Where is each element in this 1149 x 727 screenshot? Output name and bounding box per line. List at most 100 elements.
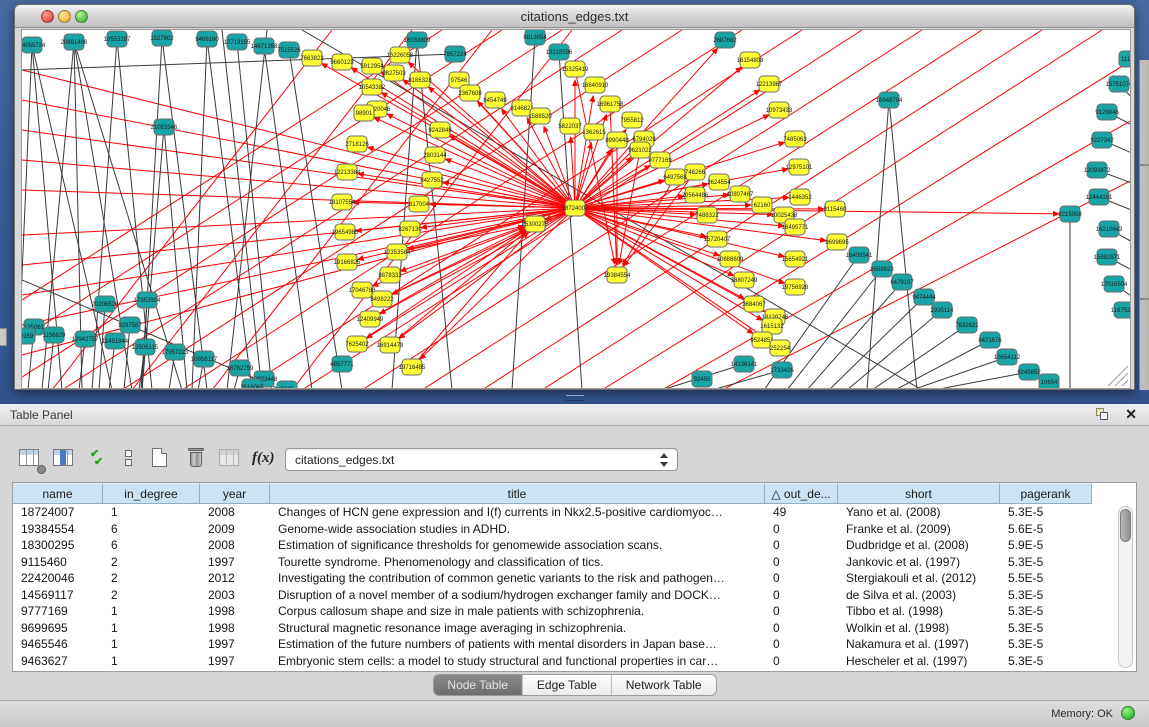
citation-edge-red[interactable] xyxy=(575,208,753,334)
node-label: 8990448 xyxy=(605,138,629,144)
node-label: 9242848 xyxy=(428,128,452,134)
node-label: 18807249 xyxy=(731,278,758,284)
table-row[interactable]: 946362711997Embryonic stem cells: a mode… xyxy=(13,653,1136,670)
column-header-year[interactable]: year xyxy=(200,483,270,504)
node-label: 92450 xyxy=(694,377,711,383)
column-header-indegree[interactable]: in_degree xyxy=(103,483,200,504)
citation-edge-black[interactable] xyxy=(99,304,105,388)
function-builder-icon[interactable]: f(x) xyxy=(252,446,278,472)
splitter-handle[interactable] xyxy=(566,395,584,401)
node-label: 7663822 xyxy=(300,56,324,62)
citation-edge-black[interactable] xyxy=(124,325,130,388)
tab-node-table[interactable]: Node Table xyxy=(433,675,523,695)
citation-edge-black[interactable] xyxy=(222,30,262,388)
side-panel-edge xyxy=(1139,60,1149,390)
table-cell: Yano et al. (2008) xyxy=(838,504,1000,521)
table-row[interactable]: 977716911998Corpus callosum shape and si… xyxy=(13,603,1136,620)
tab-network-table[interactable]: Network Table xyxy=(612,675,716,695)
resize-grip-icon[interactable] xyxy=(1122,380,1128,386)
panel-collapse-handle[interactable] xyxy=(0,328,7,346)
citation-edge-red[interactable] xyxy=(602,60,1130,388)
rows-icon[interactable] xyxy=(116,446,142,472)
citation-edge-black[interactable] xyxy=(934,372,1029,388)
table-row[interactable]: 2242004622012Investigating the contribut… xyxy=(13,570,1136,587)
table-cell: 1 xyxy=(103,620,200,637)
node-label: 17957223 xyxy=(162,350,189,356)
node-label: 1733426 xyxy=(770,368,794,374)
column-header-pagerank[interactable]: pagerank xyxy=(1000,483,1092,504)
column-header-name[interactable]: name xyxy=(13,483,103,504)
column-header-short[interactable]: short xyxy=(838,483,1000,504)
node-label: 20206526 xyxy=(92,302,119,308)
node-table: namein_degreeyeartitle△ out_de...shortpa… xyxy=(12,482,1137,672)
table-cell: 0 xyxy=(765,537,838,554)
citation-edge-red[interactable] xyxy=(374,118,575,208)
table-cell: Jankovic et al. (1997) xyxy=(838,554,1000,571)
window-titlebar[interactable]: citations_edges.txt xyxy=(15,5,1134,28)
table-cell: 5.3E-5 xyxy=(1000,603,1092,620)
node-label: 9245 xyxy=(280,387,294,388)
citation-edge-black[interactable] xyxy=(889,100,917,388)
tab-edge-table[interactable]: Edge Table xyxy=(523,675,612,695)
table-cell: 2009 xyxy=(200,521,270,538)
citation-edge-black[interactable] xyxy=(807,282,902,388)
table-scrollbar[interactable] xyxy=(1118,506,1133,668)
scrollbar-thumb[interactable] xyxy=(1120,509,1131,542)
table-cell: 2008 xyxy=(200,537,270,554)
node-label: 8471676 xyxy=(978,338,1002,344)
citation-edge-black[interactable] xyxy=(192,39,207,388)
show-column-icon[interactable] xyxy=(52,446,78,472)
network-canvas[interactable]: 2405572420691406105532871527602846616010… xyxy=(21,29,1131,389)
new-table-icon[interactable] xyxy=(148,446,174,472)
node-label: 9129946 xyxy=(1095,110,1119,116)
citation-edge-red[interactable] xyxy=(412,232,528,367)
citation-edge-red[interactable] xyxy=(392,208,575,294)
table-row[interactable]: 969969511998Structural magnetic resonanc… xyxy=(13,620,1136,637)
citation-edge-black[interactable] xyxy=(847,310,942,388)
close-panel-icon[interactable]: ✕ xyxy=(1125,406,1137,423)
node-label: 12213967 xyxy=(756,82,783,88)
node-label: 19716485 xyxy=(399,365,426,371)
node-label: 10543382 xyxy=(359,85,386,91)
delete-table-icon[interactable] xyxy=(184,446,210,472)
table-row[interactable]: 1456911722003Disruption of a novel membe… xyxy=(13,587,1136,604)
citation-edge-red[interactable] xyxy=(610,104,617,264)
table-cell: 5.5E-5 xyxy=(1000,570,1092,587)
column-header-title[interactable]: title xyxy=(270,483,765,504)
table-cell: Investigating the contribution of common… xyxy=(270,570,765,587)
table-row[interactable]: 1872400712008Changes of HCN gene express… xyxy=(13,504,1136,521)
citation-edge-black[interactable] xyxy=(867,100,889,388)
citation-edge-red[interactable] xyxy=(382,229,525,299)
select-columns-icon[interactable]: ✔✔ xyxy=(86,446,112,472)
memory-ok-indicator-icon[interactable] xyxy=(1121,706,1135,720)
table-cell: Franke et al. (2009) xyxy=(838,521,1000,538)
table-row[interactable]: 946554611997Estimation of the future num… xyxy=(13,636,1136,653)
citation-edge-red[interactable] xyxy=(445,159,575,208)
resize-grip-icon[interactable] xyxy=(1115,373,1128,386)
citation-edge-red[interactable] xyxy=(399,208,575,338)
citation-edge-red[interactable] xyxy=(420,208,575,359)
table-toolbar: ✔✔ f(x) citations_edges.txt xyxy=(0,440,1149,478)
citation-edge-red[interactable] xyxy=(357,230,526,344)
table-selector-dropdown[interactable]: citations_edges.txt xyxy=(285,448,678,471)
node-label: 14136141 xyxy=(731,362,758,368)
table-cell: Dudbridge et al. (2008) xyxy=(838,537,1000,554)
citation-edge-black[interactable] xyxy=(227,30,267,388)
node-label: 9227342 xyxy=(1090,138,1114,144)
node-label: 8958923 xyxy=(870,267,894,273)
citation-edge-black[interactable] xyxy=(162,38,207,388)
table-row[interactable]: 1938455462009Genome-wide association stu… xyxy=(13,521,1136,538)
column-header-outde[interactable]: △ out_de... xyxy=(765,483,838,504)
node-label: 7857224 xyxy=(443,52,467,58)
table-row[interactable]: 911546021997Tourette syndrome. Phenomeno… xyxy=(13,554,1136,571)
table-row[interactable]: 1830029562008Estimation of significance … xyxy=(13,537,1136,554)
citation-edge-black[interactable] xyxy=(912,357,1007,388)
node-label: 746266 xyxy=(685,170,706,176)
citation-edge-black[interactable] xyxy=(289,50,342,388)
table-settings-icon[interactable] xyxy=(18,446,44,472)
citation-edge-black[interactable] xyxy=(207,39,252,388)
table-cell: Structural magnetic resonance image aver… xyxy=(270,620,765,637)
node-label: 21053346 xyxy=(151,125,178,131)
table-cell: 2 xyxy=(103,554,200,571)
float-panel-icon[interactable] xyxy=(1096,408,1109,421)
